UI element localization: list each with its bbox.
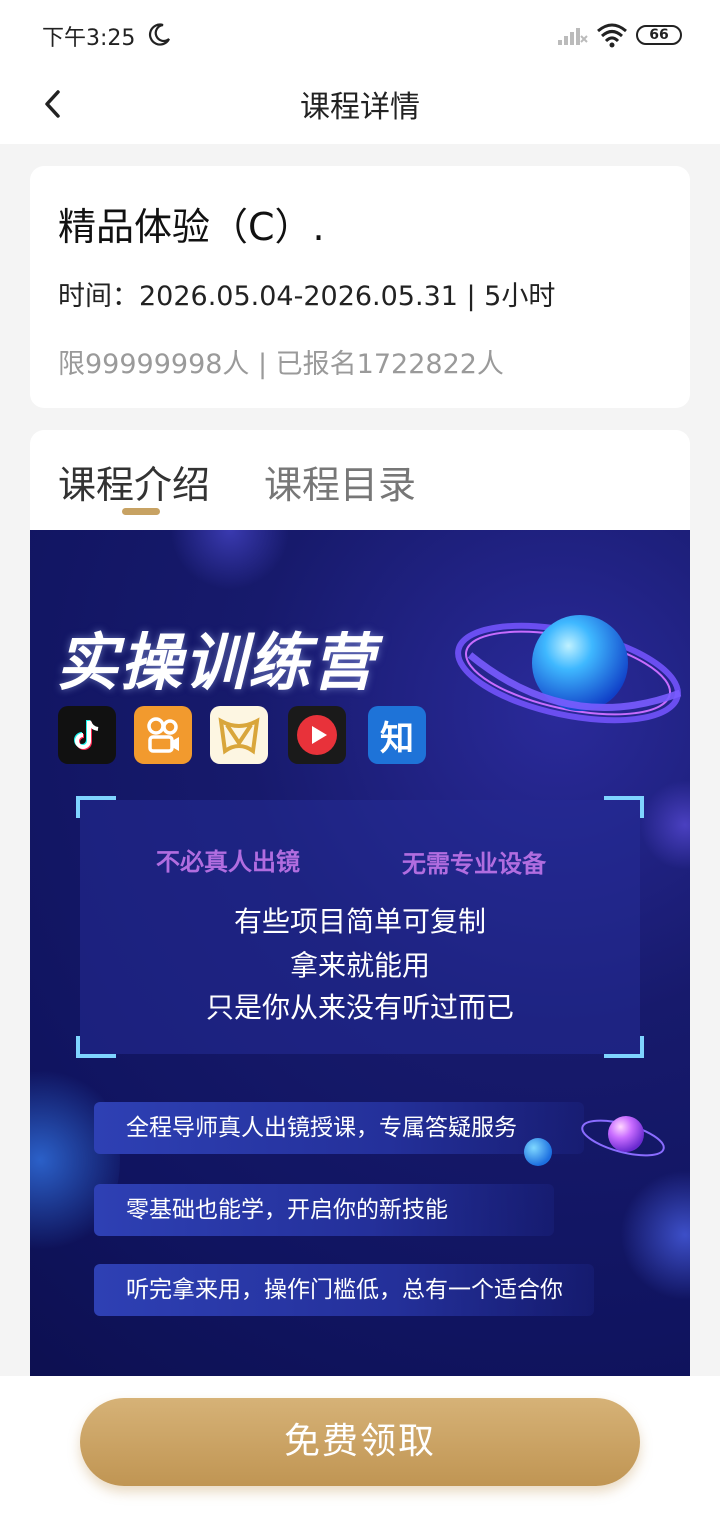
banner-title: 实操训练营 <box>56 626 377 699</box>
frame-corner <box>604 1036 644 1058</box>
battery-icon: 66 <box>636 25 682 45</box>
course-time: 时间：2026.05.04-2026.05.31 | 5小时 <box>58 281 556 312</box>
haokan-icon <box>210 706 268 764</box>
orb-decoration <box>524 1138 552 1166</box>
tab-catalog[interactable]: 课程目录 <box>264 454 416 509</box>
frame-corner <box>76 796 116 818</box>
moon-icon <box>148 23 170 46</box>
feature-no-equipment: 无需专业设备 <box>402 850 546 878</box>
page-title: 课程详情 <box>300 90 420 125</box>
feature-frame: 不必真人出镜 无需专业设备 有些项目简单可复制 拿来就能用 只是你从来没有听过而… <box>76 796 644 1058</box>
status-time: 下午3:25 <box>42 26 136 51</box>
frame-text-line: 只是你从来没有听过而已 <box>205 991 514 1024</box>
claim-free-button[interactable]: 免费领取 <box>80 1398 640 1486</box>
status-bar: 下午3:25 66 <box>0 0 720 64</box>
frame-text-line: 有些项目简单可复制 <box>233 905 486 938</box>
benefit-pill: 听完拿来用，操作门槛低，总有一个适合你 <box>94 1264 594 1316</box>
course-content-card: 课程介绍 课程目录 实操训练营 知 不必真人出镜 无需专业设备 有些项目简单可复… <box>30 430 690 1430</box>
course-banner: 实操训练营 知 不必真人出镜 无需专业设备 有些项目简单可复制 拿来就能用 只是… <box>30 530 690 1430</box>
frame-corner <box>76 1036 116 1058</box>
course-title: 精品体验（C）. <box>58 205 325 249</box>
benefit-pill: 全程导师真人出镜授课，专属答疑服务 <box>94 1102 584 1154</box>
zhihu-icon: 知 <box>368 706 426 764</box>
xigua-icon <box>288 706 346 764</box>
course-info-card: 精品体验（C）. 时间：2026.05.04-2026.05.31 | 5小时 … <box>30 166 690 408</box>
frame-text-line: 拿来就能用 <box>289 949 430 982</box>
feature-no-face: 不必真人出镜 <box>156 848 300 876</box>
tab-intro[interactable]: 课程介绍 <box>58 454 210 509</box>
nav-bar: 课程详情 <box>0 64 720 144</box>
glow-decoration <box>620 1170 690 1300</box>
course-enrollment: 限99999998人 | 已报名1722822人 <box>58 349 504 380</box>
bottom-action-bar: 免费领取 <box>0 1376 720 1520</box>
wifi-icon <box>597 23 627 48</box>
kuaishou-icon <box>134 706 192 764</box>
glow-decoration <box>170 530 290 590</box>
tiktok-icon <box>58 706 116 764</box>
benefit-pill: 零基础也能学，开启你的新技能 <box>94 1184 554 1236</box>
frame-corner <box>604 796 644 818</box>
purple-planet-icon <box>581 1116 665 1157</box>
planet-icon <box>455 615 682 724</box>
tab-active-indicator <box>122 508 160 515</box>
signal-icon <box>558 28 588 45</box>
glow-decoration <box>640 780 690 870</box>
